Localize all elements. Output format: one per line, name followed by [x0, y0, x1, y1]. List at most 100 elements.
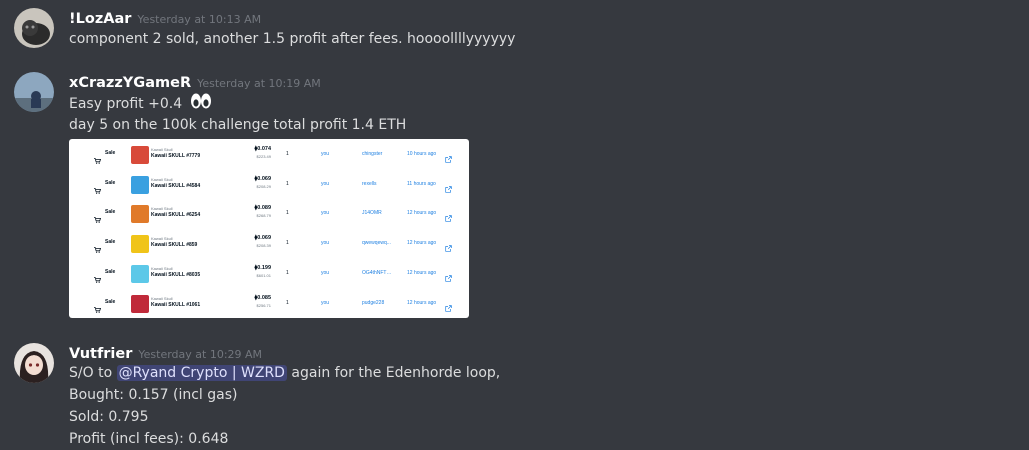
price: ⧫0.069	[244, 176, 271, 182]
to-user: rexells	[362, 180, 377, 187]
collection-name: Kawaii Skull	[151, 265, 173, 271]
collection-name: Kawaii Skull	[151, 176, 173, 182]
eyes-emoji-icon[interactable]	[190, 93, 212, 115]
timestamp: Yesterday at 10:29 AM	[138, 348, 263, 361]
nft-name: Kawaii SKULL #8035	[151, 271, 201, 278]
usd-price: $208.29	[256, 183, 271, 189]
cart-icon	[94, 270, 102, 288]
from-user: you	[321, 269, 330, 276]
user-mention[interactable]: @Ryand Crypto | WZRD	[116, 365, 287, 381]
price: ⧫0.089	[244, 205, 271, 211]
nft-name: Kawaii SKULL #4584	[151, 182, 201, 189]
message-text: Easy profit +0.4	[69, 96, 183, 112]
nft-name: Kawaii SKULL #7779	[151, 153, 201, 159]
nft-thumbnail	[131, 205, 149, 224]
sale-row: Sale Kawaii Skull Kawaii SKULL #859 ⧫0.069 $…	[69, 230, 469, 259]
sale-time: 11 hours ago	[407, 180, 436, 187]
to-user: chingster	[362, 151, 383, 157]
sales-screenshot-image[interactable]: Sale Kawaii Skull Kawaii SKULL #7779 ⧫0.074…	[69, 139, 469, 318]
cart-icon	[94, 210, 102, 228]
to-user: pudge228	[362, 299, 385, 306]
event-label: Sale	[105, 150, 116, 156]
message-text: Bought: 0.157 (incl gas)	[69, 387, 238, 403]
avatar[interactable]	[14, 8, 54, 48]
price: ⧫0.085	[244, 295, 271, 301]
quantity: 1	[286, 210, 289, 217]
sale-time: 12 hours ago	[407, 240, 437, 247]
collection-name: Kawaii Skull	[151, 147, 173, 152]
username[interactable]: !LozAar	[69, 11, 131, 27]
sale-time: 12 hours ago	[407, 210, 437, 217]
message-line: Easy profit +0.4	[69, 93, 212, 115]
external-link-icon	[445, 209, 452, 227]
avatar-photo-image	[14, 72, 54, 112]
collection-name: Kawaii Skull	[151, 236, 173, 242]
nft-thumbnail	[131, 264, 149, 283]
quantity: 1	[286, 180, 289, 187]
cart-icon	[94, 151, 102, 169]
timestamp: Yesterday at 10:13 AM	[137, 13, 262, 26]
avatar[interactable]	[14, 72, 54, 112]
sale-row: Sale Kawaii Skull Kawaii SKULL #8035 ⧫0.199…	[69, 260, 469, 289]
usd-price: $268.79	[256, 213, 271, 219]
message-line: S/O to @Ryand Crypto | WZRD again for th…	[69, 363, 500, 383]
cart-icon	[94, 240, 102, 258]
price: ⧫0.199	[244, 265, 271, 271]
sale-row: Sale Kawaii Skull Kawaii SKULL #7779 ⧫0.074…	[69, 141, 469, 170]
external-link-icon	[445, 299, 452, 317]
from-user: you	[321, 210, 330, 217]
price: ⧫0.069	[244, 235, 271, 241]
nft-thumbnail	[131, 175, 149, 194]
usd-price: $601.01	[256, 272, 271, 278]
external-link-icon	[445, 150, 452, 168]
quantity: 1	[286, 269, 289, 276]
sale-row: Sale Kawaii Skull Kawaii SKULL #1061 ⧫0.085…	[69, 290, 469, 319]
from-user: you	[321, 151, 330, 157]
message-text: again for the Edenhorde loop,	[286, 365, 501, 381]
event-label: Sale	[105, 268, 116, 275]
nft-name: Kawaii SKULL #1061	[151, 301, 201, 308]
message-text: day 5 on the 100k challenge total profit…	[69, 117, 407, 133]
from-user: you	[321, 240, 330, 247]
nft-thumbnail	[131, 235, 149, 254]
usd-price: $256.71	[256, 302, 271, 308]
price: ⧫0.074	[244, 146, 271, 152]
event-label: Sale	[105, 179, 116, 186]
external-link-icon	[445, 269, 452, 287]
sale-time: 10 hours ago	[407, 151, 437, 157]
message-text: Sold: 0.795	[69, 409, 149, 425]
avatar-anime-image	[14, 343, 54, 383]
event-label: Sale	[105, 209, 116, 216]
username[interactable]: Vutfrier	[69, 346, 132, 362]
username[interactable]: xCrazzYGameR	[69, 75, 191, 91]
nft-name: Kawaii SKULL #6254	[151, 212, 201, 219]
price-value: 0.199	[257, 264, 271, 271]
price-value: 0.085	[257, 294, 271, 301]
cart-icon	[94, 181, 102, 199]
event-label: Sale	[105, 239, 116, 246]
from-user: you	[321, 180, 330, 187]
external-link-icon	[445, 180, 452, 198]
sale-time: 12 hours ago	[407, 269, 437, 276]
sale-row: Sale Kawaii Skull Kawaii SKULL #4584 ⧫0.069…	[69, 171, 469, 200]
to-user: OG4thNFTgirl	[362, 269, 392, 276]
price-value: 0.069	[257, 175, 271, 182]
price-value: 0.089	[257, 205, 271, 212]
price-value: 0.069	[257, 235, 271, 242]
timestamp: Yesterday at 10:19 AM	[197, 77, 321, 90]
sale-time: 12 hours ago	[407, 299, 437, 306]
usd-price: $208.39	[256, 243, 271, 249]
price-value: 0.074	[257, 146, 271, 152]
avatar[interactable]	[14, 343, 54, 383]
message-text: S/O to	[69, 365, 113, 381]
to-user: qwewqewq...	[362, 240, 391, 247]
from-user: you	[321, 299, 330, 306]
quantity: 1	[286, 240, 289, 247]
quantity: 1	[286, 151, 289, 157]
event-label: Sale	[105, 298, 116, 305]
nft-thumbnail	[131, 294, 149, 313]
nft-thumbnail	[131, 146, 149, 164]
to-user: J14OMR	[362, 210, 382, 217]
collection-name: Kawaii Skull	[151, 206, 173, 212]
collection-name: Kawaii Skull	[151, 295, 173, 301]
